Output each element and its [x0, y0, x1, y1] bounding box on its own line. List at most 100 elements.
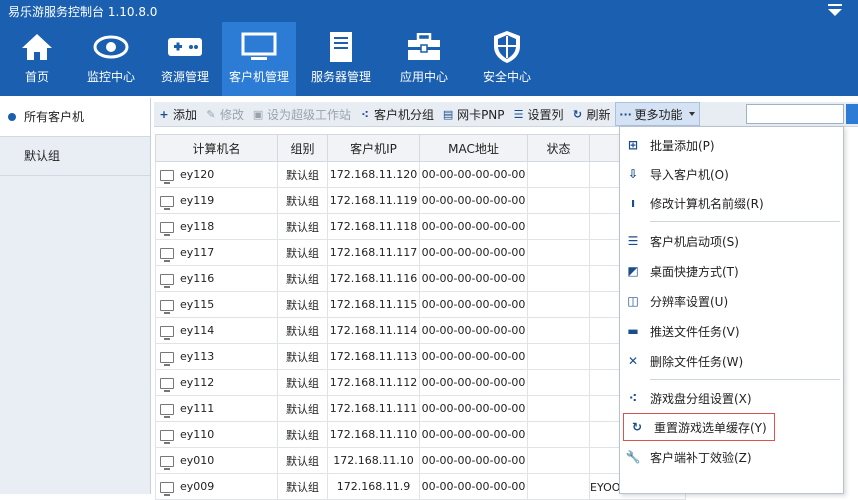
nav-client-management[interactable]: 客户机管理 [222, 22, 296, 96]
menu-item-reset-game-cache[interactable]: ↻ 重置游戏选单缓存(Y) [623, 413, 775, 441]
search-input[interactable] [746, 104, 844, 124]
menu-item-patch-verify[interactable]: 🔧 客户端补丁效验(Z) [620, 443, 843, 471]
sidebar-item-label: 所有客户机 [24, 110, 85, 124]
table-row[interactable]: ey010默认组172.168.11.1000-00-00-00-00-00EY… [155, 447, 686, 474]
refresh-button[interactable]: ↻ 刷新 [568, 103, 615, 125]
cell-ip: 172.168.11.120 [327, 161, 420, 188]
search-button[interactable] [846, 104, 858, 124]
computer-icon [160, 377, 174, 392]
table-row[interactable]: ey119默认组172.168.11.11900-00-00-00-00-00E… [155, 187, 686, 214]
menu-item-client-startup[interactable]: ☰ 客户机启动项(S) [620, 227, 843, 255]
pencil-icon: ✎ [206, 107, 216, 121]
cell-group: 默认组 [277, 213, 328, 240]
nav-home[interactable]: 首页 [0, 22, 74, 96]
cell-ip: 172.168.11.118 [327, 213, 420, 240]
nav-security-center[interactable]: 安全中心 [462, 22, 552, 96]
cell-status [527, 161, 590, 188]
cell-ip: 172.168.11.111 [327, 395, 420, 422]
edit-button[interactable]: ✎ 修改 [201, 103, 248, 125]
menu-item-edit-prefix[interactable]: ı 修改计算机名前缀(R) [620, 189, 843, 217]
table-row[interactable]: ey116默认组172.168.11.11600-00-00-00-00-00E… [155, 265, 686, 292]
column-header-status[interactable]: 状态 [527, 134, 590, 162]
computer-icon [160, 455, 174, 470]
computer-icon [160, 403, 174, 418]
columns-icon: ☰ [513, 107, 524, 121]
menu-item-desktop-shortcut[interactable]: ◩ 桌面快捷方式(T) [620, 257, 843, 285]
menu-item-push-file[interactable]: ▬ 推送文件任务(V) [620, 317, 843, 345]
client-group-sidebar: 所有客户机 默认组 [0, 98, 151, 494]
more-dots-icon: ··· [619, 107, 632, 121]
cell-mac: 00-00-00-00-00-00 [419, 239, 528, 266]
cell-computer-name: ey113 [155, 343, 278, 370]
sidebar-item-all-clients[interactable]: 所有客户机 [0, 98, 150, 137]
cell-group: 默认组 [277, 265, 328, 292]
computer-icon [160, 195, 174, 210]
cell-mac: 00-00-00-00-00-00 [419, 395, 528, 422]
shield-icon [462, 30, 552, 64]
nav-server-management[interactable]: 服务器管理 [296, 22, 386, 96]
cell-status [527, 369, 590, 396]
table-header-row: 计算机名 组别 客户机IP MAC地址 状态 配 [155, 134, 686, 162]
sidebar-item-default-group[interactable]: 默认组 [0, 137, 150, 176]
cell-ip: 172.168.11.116 [327, 265, 420, 292]
cell-group: 默认组 [277, 317, 328, 344]
startup-list-icon: ☰ [627, 234, 639, 248]
cell-computer-name: ey114 [155, 317, 278, 344]
nav-label: 客户机管理 [228, 70, 289, 84]
table-row[interactable]: ey115默认组172.168.11.11500-00-00-00-00-00E… [155, 291, 686, 318]
set-columns-button[interactable]: ☰ 设置列 [509, 103, 568, 125]
sidebar-item-label: 默认组 [24, 149, 61, 163]
cell-computer-name: ey112 [155, 369, 278, 396]
table-row[interactable]: ey114默认组172.168.11.11400-00-00-00-00-00E… [155, 317, 686, 344]
table-row[interactable]: ey009 默认组 172.168.11.9 00-00-00-00-00-00 EYO… [155, 473, 686, 500]
table-row[interactable]: ey120默认组172.168.11.12000-00-00-00-00-00E… [155, 161, 686, 188]
add-button[interactable]: + 添加 [154, 103, 201, 125]
column-header-name[interactable]: 计算机名 [155, 134, 278, 162]
cell-status [527, 265, 590, 292]
nic-pnp-button[interactable]: ▤ 网卡PNP [438, 103, 508, 125]
column-header-ip[interactable]: 客户机IP [327, 134, 420, 162]
window-menu-icon[interactable] [828, 4, 844, 18]
more-functions-button[interactable]: ··· 更多功能 [614, 102, 700, 126]
table-row[interactable]: ey110默认组172.168.11.11000-00-00-00-00-00E… [155, 421, 686, 448]
cell-mac: 00-00-00-00-00-00 [419, 421, 528, 448]
cell-ip: 172.168.11.114 [327, 317, 420, 344]
cell-computer-name: ey110 [155, 421, 278, 448]
table-row[interactable]: ey113默认组172.168.11.11300-00-00-00-00-00E… [155, 343, 686, 370]
table-row[interactable]: ey118默认组172.168.11.11800-00-00-00-00-00E… [155, 213, 686, 240]
cell-mac: 00-00-00-00-00-00 [419, 161, 528, 188]
nav-resource-management[interactable]: 资源管理 [148, 22, 222, 96]
computer-icon [160, 169, 174, 184]
cell-status [527, 239, 590, 266]
table-row[interactable]: ey117默认组172.168.11.11700-00-00-00-00-00E… [155, 239, 686, 266]
resolution-icon: ◫ [627, 294, 639, 308]
cell-status [527, 291, 590, 318]
cell-ip: 172.168.11.110 [327, 421, 420, 448]
menu-item-batch-add[interactable]: ⊞ 批量添加(P) [620, 131, 843, 159]
set-super-workstation-button[interactable]: ▣ 设为超级工作站 [248, 103, 355, 125]
eye-icon [74, 30, 148, 64]
menu-item-game-disk-group[interactable]: ⁖ 游戏盘分组设置(X) [620, 384, 843, 412]
client-group-button[interactable]: ⁖ 客户机分组 [355, 103, 438, 125]
table-row[interactable]: ey111默认组172.168.11.11100-00-00-00-00-00E… [155, 395, 686, 422]
nav-label: 首页 [24, 70, 49, 84]
cell-group: 默认组 [277, 369, 328, 396]
cell-status [527, 213, 590, 240]
nav-monitor-center[interactable]: 监控中心 [74, 22, 148, 96]
cell-ip: 172.168.11.112 [327, 369, 420, 396]
delete-icon: ✕ [627, 354, 639, 368]
column-header-group[interactable]: 组别 [277, 134, 328, 162]
column-header-mac[interactable]: MAC地址 [419, 134, 528, 162]
computer-icon [160, 273, 174, 288]
nav-app-center[interactable]: 应用中心 [386, 22, 462, 96]
client-table: 计算机名 组别 客户机IP MAC地址 状态 配 ey120默认组172.168… [155, 134, 686, 500]
menu-item-delete-file[interactable]: ✕ 删除文件任务(W) [620, 347, 843, 375]
group-icon: ⁖ [361, 107, 369, 121]
table-row[interactable]: ey112默认组172.168.11.11200-00-00-00-00-00E… [155, 369, 686, 396]
menu-item-import-client[interactable]: ⇩ 导入客户机(O) [620, 160, 843, 188]
cell-group: 默认组 [277, 187, 328, 214]
cell-mac: 00-00-00-00-00-00 [419, 265, 528, 292]
cell-computer-name: ey117 [155, 239, 278, 266]
workstation-icon: ▣ [252, 107, 264, 121]
menu-item-resolution[interactable]: ◫ 分辨率设置(U) [620, 287, 843, 315]
